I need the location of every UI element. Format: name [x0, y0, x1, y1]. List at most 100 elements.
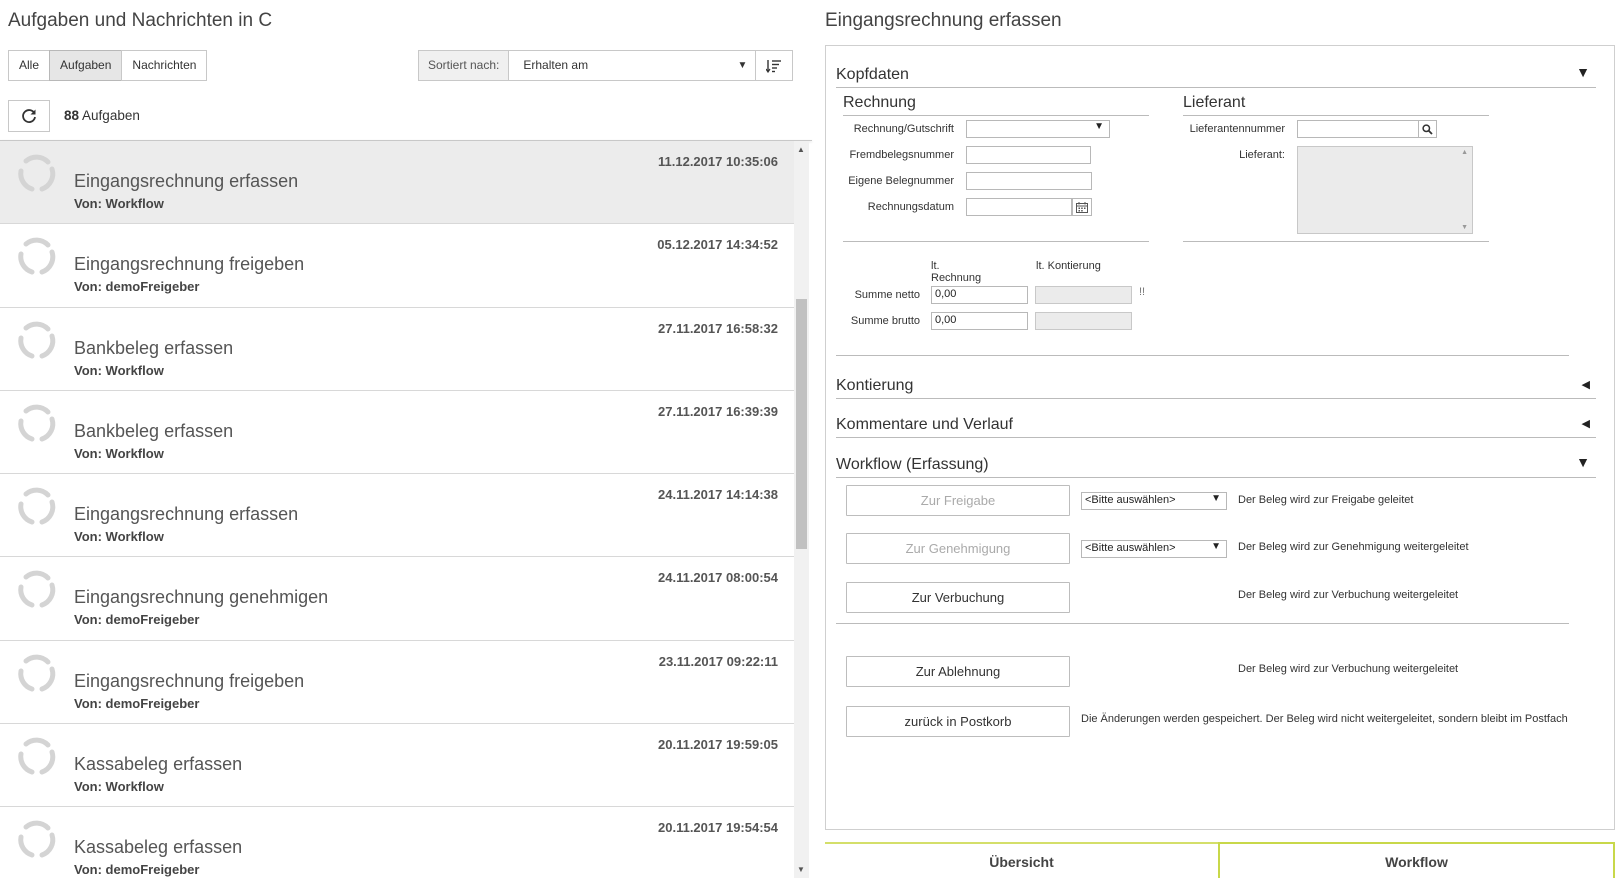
- sort-order-icon: [766, 59, 782, 73]
- task-from: Von: Workflow: [74, 779, 164, 794]
- task-list-scrollbar[interactable]: ▲ ▼: [794, 141, 809, 878]
- lieferant-divider: [1183, 241, 1489, 242]
- zur-verbuchung-button[interactable]: Zur Verbuchung: [846, 582, 1070, 613]
- task-title: Bankbeleg erfassen: [74, 420, 234, 441]
- chevron-down-icon: ▼: [1094, 121, 1104, 132]
- zur-ablehnung-button[interactable]: Zur Ablehnung: [846, 656, 1070, 687]
- task-title: Kassabeleg erfassen: [74, 754, 243, 775]
- section-workflow-header[interactable]: Workflow (Erfassung) ▼: [836, 454, 1596, 478]
- task-row[interactable]: 24.11.2017 14:14:38 Eingangsrechnung erfa…: [0, 474, 794, 558]
- task-avatar-icon: [14, 734, 58, 778]
- tab-uebersicht[interactable]: Übersicht: [825, 842, 1218, 878]
- scroll-down-arrow-icon: ▼: [1461, 224, 1468, 231]
- ablehnung-description: Der Beleg wird zur Verbuchung weitergele…: [1238, 663, 1459, 675]
- rechnungsdatum-input[interactable]: [966, 198, 1072, 216]
- col-rechnung-label: lt. Rechnung: [931, 260, 982, 284]
- task-from-label: Von:: [74, 529, 102, 545]
- task-from-label: Von:: [74, 612, 102, 628]
- rechnung-type-label: Rechnung/Gutschrift: [853, 123, 954, 135]
- collapse-triangle-icon[interactable]: ▼: [1576, 454, 1590, 470]
- refresh-button[interactable]: [8, 100, 50, 132]
- task-title: Eingangsrechnung genehmigen: [74, 587, 329, 608]
- task-row[interactable]: 20.11.2017 19:54:54 Kassabeleg erfassen Vo…: [0, 807, 794, 878]
- section-kommentare-header[interactable]: Kommentare und Verlauf ◀: [836, 414, 1596, 438]
- scroll-up-arrow-icon[interactable]: ▲: [797, 145, 805, 154]
- zur-genehmigung-button[interactable]: Zur Genehmigung: [846, 533, 1070, 564]
- genehmigung-select[interactable]: <Bitte auswählen> ▼: [1081, 540, 1227, 558]
- task-title: Eingangsrechnung freigeben: [74, 254, 305, 275]
- freigabe-select[interactable]: <Bitte auswählen> ▼: [1081, 492, 1227, 510]
- section-kontierung-label: Kontierung: [836, 377, 914, 394]
- calendar-icon: [1076, 201, 1088, 213]
- summe-netto-label: Summe netto: [854, 289, 920, 301]
- task-from: Von: demoFreigeber: [74, 696, 199, 711]
- task-from-sender: Workflow: [105, 196, 164, 211]
- task-row[interactable]: 23.11.2017 09:22:11 Eingangsrechnung frei…: [0, 640, 794, 725]
- section-workflow-label: Workflow (Erfassung): [836, 456, 989, 473]
- summe-brutto-input[interactable]: 0,00: [931, 312, 1028, 330]
- filter-tasks-button[interactable]: Aufgaben: [49, 50, 123, 81]
- task-row[interactable]: 27.11.2017 16:39:39 Bankbeleg erfassen Von…: [0, 390, 794, 475]
- filter-all-button[interactable]: Alle: [8, 50, 51, 81]
- expand-triangle-icon[interactable]: ◀: [1582, 378, 1590, 391]
- task-from-sender: demoFreigeber: [105, 695, 200, 711]
- task-from-label: Von:: [74, 695, 102, 711]
- refresh-icon: [22, 109, 36, 123]
- task-from: Von: Workflow: [74, 446, 164, 461]
- zur-freigabe-button[interactable]: Zur Freigabe: [846, 485, 1070, 516]
- task-avatar-icon: [14, 401, 58, 445]
- task-title: Eingangsrechnung erfassen: [74, 504, 299, 525]
- task-from-sender: demoFreigeber: [105, 612, 200, 628]
- task-row[interactable]: 24.11.2017 08:00:54 Eingangsrechnung gene…: [0, 557, 794, 641]
- calendar-button[interactable]: [1072, 198, 1092, 216]
- search-icon: [1422, 123, 1433, 135]
- lieferant-search-button[interactable]: [1418, 120, 1437, 138]
- col-kontierung-label: lt. Kontierung: [1036, 260, 1101, 272]
- sort-direction-button[interactable]: [756, 50, 794, 81]
- invoice-form: Kopfdaten ▼ Rechnung Rechnung/Gutschrift…: [825, 45, 1615, 830]
- task-from-sender: Workflow: [105, 779, 164, 795]
- task-date: 05.12.2017 14:34:52: [657, 237, 778, 253]
- scroll-down-arrow-icon[interactable]: ▼: [797, 865, 805, 874]
- summe-netto-input[interactable]: 0,00: [931, 286, 1028, 304]
- task-from: Von: Workflow: [74, 529, 164, 544]
- workflow-divider: [836, 623, 1569, 624]
- task-row[interactable]: 27.11.2017 16:58:32 Bankbeleg erfassen Von…: [0, 307, 794, 391]
- task-date: 11.12.2017 10:35:06: [658, 154, 778, 169]
- sort-select-value: Erhalten am: [523, 58, 589, 72]
- collapse-triangle-icon[interactable]: ▼: [1576, 64, 1590, 80]
- scrollbar-thumb[interactable]: [796, 299, 807, 549]
- zurueck-postkorb-button[interactable]: zurück in Postkorb: [846, 706, 1070, 737]
- kopfdaten-bottom-divider: [836, 355, 1569, 356]
- section-kopfdaten-header[interactable]: Kopfdaten ▼: [836, 64, 1596, 88]
- task-from: Von: Workflow: [74, 196, 164, 211]
- eigene-belegnummer-input[interactable]: [966, 172, 1092, 190]
- task-row[interactable]: 11.12.2017 10:35:06 Eingangsrechnung erfa…: [0, 141, 794, 225]
- lieferantennummer-input[interactable]: [1297, 120, 1419, 138]
- task-row[interactable]: 20.11.2017 19:59:05 Kassabeleg erfassen Vo…: [0, 724, 794, 808]
- task-date: 24.11.2017 14:14:38: [658, 487, 778, 503]
- task-pane: Aufgaben und Nachrichten in C Alle Aufga…: [0, 0, 812, 878]
- filter-group: Alle Aufgaben Nachrichten: [8, 50, 208, 81]
- task-from: Von: demoFreigeber: [74, 279, 199, 294]
- section-kontierung-header[interactable]: Kontierung ◀: [836, 375, 1596, 399]
- task-date: 20.11.2017 19:59:05: [658, 737, 778, 753]
- task-row[interactable]: 05.12.2017 14:34:52 Eingangsrechnung frei…: [0, 224, 794, 308]
- sort-select[interactable]: Erhalten am ▼: [509, 50, 757, 81]
- task-count-label: Aufgaben: [82, 108, 140, 123]
- task-from: Von: Workflow: [74, 363, 164, 378]
- task-avatar-icon: [14, 484, 58, 528]
- expand-triangle-icon[interactable]: ◀: [1582, 417, 1590, 430]
- task-from-label: Von:: [74, 862, 102, 878]
- chevron-down-icon: ▼: [737, 60, 748, 71]
- lieferant-heading: Lieferant: [1183, 92, 1489, 116]
- chevron-down-icon: ▼: [1211, 493, 1221, 504]
- tab-workflow[interactable]: Workflow: [1218, 842, 1615, 878]
- lieferant-heading-label: Lieferant: [1183, 94, 1246, 111]
- task-avatar-icon: [14, 567, 58, 611]
- fremdbelegsnummer-input[interactable]: [966, 146, 1091, 164]
- filter-messages-button[interactable]: Nachrichten: [121, 50, 208, 81]
- task-title: Bankbeleg erfassen: [74, 337, 234, 358]
- rechnung-type-select[interactable]: ▼: [966, 120, 1110, 138]
- summe-netto-kontierung: [1035, 286, 1132, 304]
